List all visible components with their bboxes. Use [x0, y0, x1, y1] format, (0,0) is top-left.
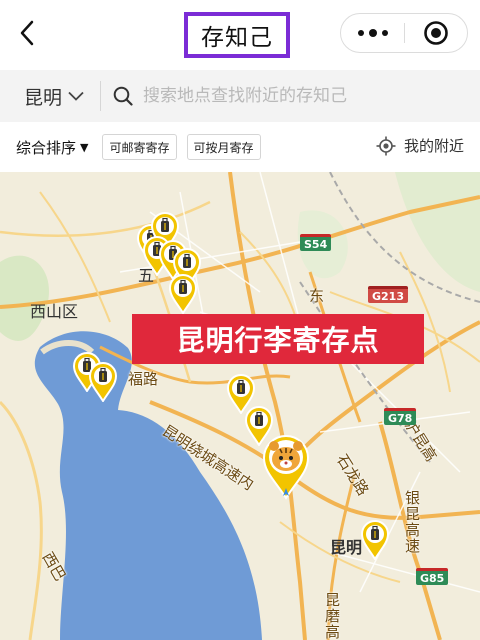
search-input[interactable] — [143, 86, 443, 106]
district-label-xishan: 西山区 — [30, 302, 79, 321]
back-button[interactable] — [14, 18, 40, 48]
city-label-kunming: 昆明 — [330, 538, 363, 557]
nearby-label: 我的附近 — [403, 137, 464, 155]
road-label-dong: 东 — [307, 288, 325, 304]
minor-road — [0, 400, 43, 640]
luggage-pin-icon — [88, 362, 118, 403]
close-mini-program-button[interactable] — [405, 14, 467, 52]
road-shield-s54: S54 — [300, 234, 332, 251]
more-dot — [368, 29, 377, 37]
nearby-button[interactable]: 我的附近 — [376, 135, 464, 156]
storage-pin[interactable] — [88, 362, 118, 403]
page-title: 存知己 — [184, 12, 290, 58]
chevron-down-icon — [68, 91, 84, 101]
map-view[interactable]: 西山区 五 昆明 福路 昆明绕城高速内 东 石龙路 银昆高速 沪昆高 昆磨高 西… — [0, 172, 480, 640]
current-location-pin[interactable] — [261, 434, 311, 500]
mini-program-capsule — [340, 13, 468, 53]
top-bar: 存知己 — [0, 0, 480, 66]
storage-pin[interactable] — [360, 520, 390, 561]
road-label-yinkun: 银昆高速 — [403, 490, 421, 554]
search-field — [101, 86, 480, 106]
sort-label: 综合排序 — [16, 138, 77, 157]
luggage-pin-icon — [360, 520, 390, 561]
city-selector[interactable]: 昆明 — [0, 83, 100, 110]
promo-banner: 昆明行李寄存点 — [132, 314, 424, 364]
chevron-left-icon — [20, 20, 34, 46]
locate-crosshair-icon — [376, 136, 396, 155]
more-dots-icon — [357, 30, 364, 36]
park-area — [395, 172, 480, 292]
filter-chip-mail[interactable]: 可邮寄寄存 — [102, 134, 177, 160]
luggage-pin-icon — [168, 274, 198, 315]
tiger-mascot-icon — [262, 435, 310, 500]
road-shield-g85: G85 — [416, 568, 449, 585]
filter-row: 综合排序 ▼ 可邮寄寄存 可按月寄存 我的附近 — [0, 122, 480, 172]
sort-arrow-icon: ▼ — [80, 140, 89, 154]
target-circle-icon — [424, 21, 448, 45]
more-dot — [381, 30, 388, 36]
city-label: 昆明 — [24, 86, 63, 109]
search-icon — [113, 86, 133, 106]
road-shield-g78: G78 — [384, 408, 417, 425]
road-label-fulu: 福路 — [128, 370, 159, 388]
filter-chip-monthly[interactable]: 可按月寄存 — [186, 134, 261, 160]
storage-pin[interactable] — [168, 274, 198, 315]
sort-dropdown[interactable]: 综合排序 ▼ — [16, 137, 88, 158]
road-shield-g213: G213 — [368, 286, 408, 303]
more-button[interactable] — [341, 14, 404, 52]
search-bar: 昆明 — [0, 70, 480, 122]
road-label-kunmo: 昆磨高 — [323, 592, 341, 640]
